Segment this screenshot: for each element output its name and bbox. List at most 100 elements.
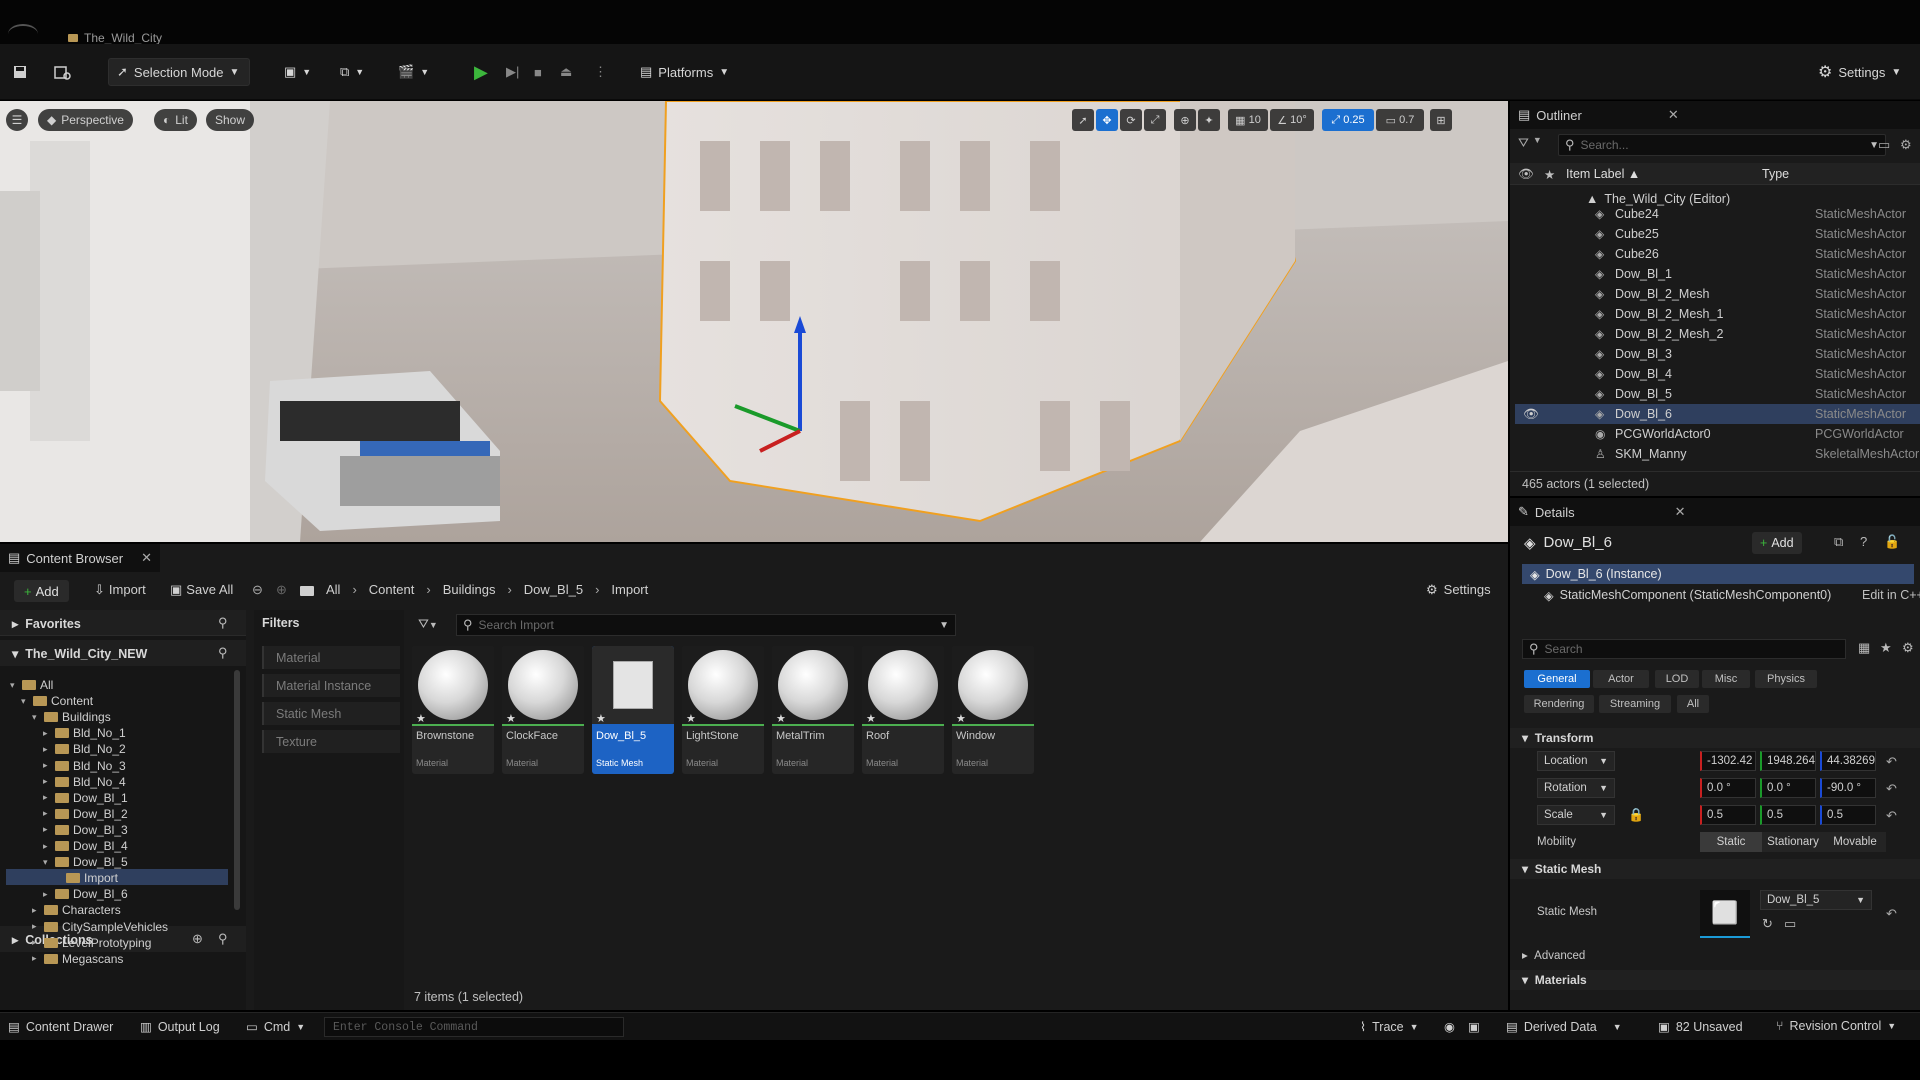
asset-tile[interactable]: ★ LightStone Material (682, 646, 764, 774)
location-y-field[interactable]: 1948.264 (1760, 751, 1816, 771)
outliner-row[interactable]: ◈ Dow_Bl_4 StaticMeshActor (1515, 364, 1920, 384)
col-type[interactable]: Type (1762, 167, 1789, 181)
close-icon[interactable]: ✕ (1675, 504, 1686, 520)
details-tab-all[interactable]: All (1677, 695, 1709, 713)
forward-icon[interactable]: ⊕ (276, 582, 287, 598)
filter-item[interactable]: Material Instance (262, 674, 400, 697)
add-folder-icon[interactable]: ▭ (1878, 137, 1890, 153)
camera-speed-button[interactable]: ▭ 0.7 (1376, 109, 1424, 131)
scale-z-field[interactable]: 0.5 (1820, 805, 1876, 825)
lock-icon[interactable]: 🔒 (1628, 807, 1644, 823)
location-z-field[interactable]: 44.38269 (1820, 751, 1876, 771)
outliner-row[interactable]: ◈ Dow_Bl_1 StaticMeshActor (1515, 264, 1920, 284)
instance-row[interactable]: ◈ Dow_Bl_6 (Instance) (1522, 564, 1914, 584)
reset-location-icon[interactable]: ↶ (1886, 754, 1897, 770)
scale-dropdown[interactable]: Scale ▼ (1537, 805, 1615, 825)
rotation-y-field[interactable]: 0.0 ° (1760, 778, 1816, 798)
chevron-right-icon[interactable]: ▸ (43, 824, 51, 835)
content-drawer-button[interactable]: ▤ Content Drawer (8, 1019, 113, 1035)
outliner-row[interactable]: 👁 ◈ Dow_Bl_6 StaticMeshActor (1515, 404, 1920, 424)
chevron-right-icon[interactable]: ▸ (43, 889, 51, 900)
folder-tree-item[interactable]: ▸ Dow_Bl_6 (43, 886, 128, 902)
breadcrumb-item[interactable]: Import (611, 582, 648, 597)
chevron-right-icon[interactable]: ▸ (32, 905, 40, 916)
folder-tree-item[interactable]: ▸ Megascans (32, 951, 123, 967)
asset-tile[interactable]: ★ Window Material (952, 646, 1034, 774)
outliner-row[interactable]: ◈ Dow_Bl_2_Mesh_1 StaticMeshActor (1515, 304, 1920, 324)
content-browser-tab[interactable]: ▤ Content Browser ✕ (0, 544, 160, 572)
outliner-row[interactable]: ◈ Dow_Bl_3 StaticMeshActor (1515, 344, 1920, 364)
details-tab-actor[interactable]: Actor (1593, 670, 1649, 688)
outliner-row[interactable]: ◉ PCGWorldActor0 PCGWorldActor (1515, 424, 1920, 444)
component-row[interactable]: ◈ StaticMeshComponent (StaticMeshCompone… (1544, 588, 1831, 603)
details-tab-physics[interactable]: Physics (1755, 670, 1817, 688)
browse-icon[interactable]: ▭ (1784, 916, 1796, 932)
chevron-down-icon[interactable]: ▾ (10, 680, 18, 691)
more-options-icon[interactable]: ⋮ (594, 58, 607, 86)
location-dropdown[interactable]: Location ▼ (1537, 751, 1615, 771)
folder-tree-item[interactable]: ▾ Content (21, 693, 93, 709)
revision-control-dropdown[interactable]: ⑂ Revision Control ▼ (1776, 1019, 1896, 1033)
surface-snap-icon[interactable]: ✦ (1198, 109, 1220, 131)
outliner-row[interactable]: ◈ Cube26 StaticMeshActor (1515, 244, 1920, 264)
outliner-row[interactable]: ◈ Dow_Bl_5 StaticMeshActor (1515, 384, 1920, 404)
static-mesh-dropdown[interactable]: Dow_Bl_5 ▼ (1760, 890, 1872, 910)
folder-tree-item[interactable]: ▸ LevelPrototyping (32, 935, 151, 951)
details-tab[interactable]: ✎ Details ✕ (1510, 498, 1920, 526)
cb-add-button[interactable]: + Add (14, 580, 69, 602)
details-tab-lod[interactable]: LOD (1655, 670, 1699, 688)
blueprint-icon[interactable]: ⧉ (1834, 534, 1843, 550)
location-x-field[interactable]: -1302.42 (1700, 751, 1756, 771)
gear-icon[interactable]: ⚙ (1902, 640, 1914, 656)
scale-y-field[interactable]: 0.5 (1760, 805, 1816, 825)
details-tab-general[interactable]: General (1524, 670, 1590, 688)
lock-icon[interactable]: 🔓 (1884, 534, 1900, 550)
chevron-right-icon[interactable]: ▸ (32, 953, 40, 964)
folder-tree-item[interactable]: ▾ Dow_Bl_5 (43, 854, 128, 870)
search-icon[interactable]: ⚲ (218, 645, 228, 661)
scale-tool-icon[interactable]: ⤢ (1144, 109, 1166, 131)
favorite-star-icon[interactable]: ★ (866, 712, 876, 725)
eject-icon[interactable]: ⏏ (560, 58, 572, 86)
filter-item[interactable]: Texture (262, 730, 400, 753)
angle-snap-toggle[interactable]: ∠ 10° (1270, 109, 1314, 131)
stop-icon[interactable]: ■ (534, 58, 542, 86)
asset-search-input[interactable]: ⚲ Search Import ▼ (456, 614, 956, 636)
favorite-star-icon[interactable]: ★ (956, 712, 966, 725)
favorite-star-icon[interactable]: ★ (416, 712, 426, 725)
asset-tile[interactable]: ★ Roof Material (862, 646, 944, 774)
project-header[interactable]: ▾ The_Wild_City_NEW ⚲ (0, 640, 246, 666)
play-icon[interactable]: ▶ (474, 58, 488, 86)
details-tab-rendering[interactable]: Rendering (1524, 695, 1594, 713)
cb-save-all-button[interactable]: ▣ Save All (170, 582, 233, 598)
advanced-row[interactable]: ▸ Advanced (1522, 948, 1585, 962)
cb-import-button[interactable]: ⇩ Import (94, 582, 146, 598)
chevron-right-icon[interactable]: ▸ (43, 792, 51, 803)
tree-scrollbar[interactable] (234, 670, 240, 910)
trace-dropdown[interactable]: ⌇ Trace ▼ (1360, 1019, 1419, 1035)
star-icon[interactable]: ★ (1544, 167, 1555, 182)
col-item-label[interactable]: Item Label ▲ (1566, 167, 1640, 181)
asset-tile[interactable]: ★ Dow_Bl_5 Static Mesh (592, 646, 674, 774)
project-tab[interactable]: The_Wild_City (68, 31, 162, 45)
folder-tree-item[interactable]: ▸ CitySampleVehicles (32, 919, 168, 935)
breadcrumb-item[interactable]: Buildings (443, 582, 496, 597)
viewport-menu-icon[interactable]: ☰ (6, 109, 28, 131)
folder-tree-item[interactable]: ▸ Dow_Bl_3 (43, 822, 128, 838)
save-icon[interactable] (12, 58, 28, 86)
back-icon[interactable]: ⊖ (252, 582, 263, 598)
outliner-row[interactable]: ◈ Dow_Bl_2_Mesh_2 StaticMeshActor (1515, 324, 1920, 344)
favorites-header[interactable]: ▸ Favorites ⚲ (0, 610, 246, 636)
lit-button[interactable]: ◐ Lit (154, 109, 197, 131)
step-icon[interactable]: ▶| (506, 58, 519, 86)
level-viewport[interactable]: ☰ ◆ Perspective ◐ Lit Show ➚ ✥ ⟳ ⤢ ⊕ ✦ ▦… (0, 101, 1508, 542)
add-actor-icon[interactable]: ▣ ▼ (284, 58, 311, 86)
details-tab-streaming[interactable]: Streaming (1599, 695, 1671, 713)
close-icon[interactable]: ✕ (1668, 107, 1679, 123)
details-tab-misc[interactable]: Misc (1702, 670, 1750, 688)
folder-tree-item[interactable]: ▸ Bld_No_3 (43, 758, 126, 774)
chevron-right-icon[interactable]: ▸ (43, 744, 51, 755)
asset-tile[interactable]: ★ MetalTrim Material (772, 646, 854, 774)
mobility-static[interactable]: Static (1700, 832, 1762, 852)
asset-tile[interactable]: ★ ClockFace Material (502, 646, 584, 774)
